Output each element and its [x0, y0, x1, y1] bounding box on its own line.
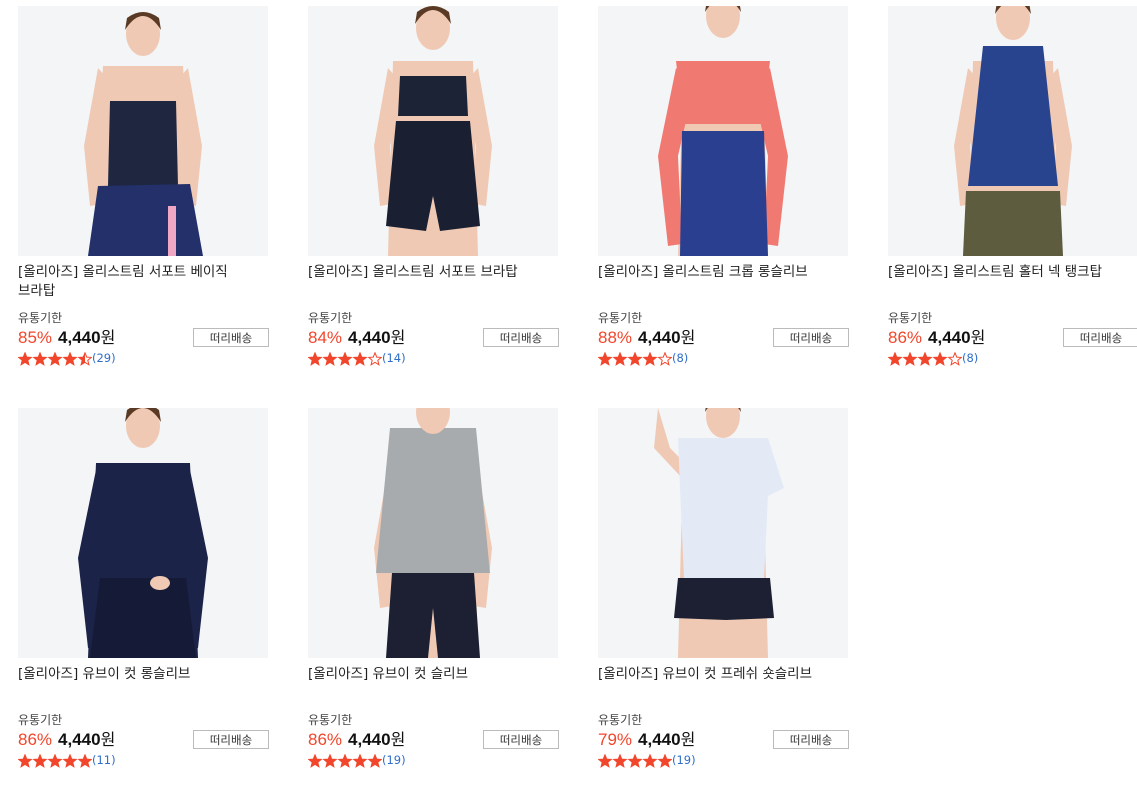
- shipping-button[interactable]: 떠리배송: [193, 328, 269, 347]
- product-card[interactable]: [올리아즈] 올리스트림 서포트 베이직 브라탑 유통기한 85% 4,440원 …: [18, 6, 269, 367]
- star-rating-icon: [308, 753, 382, 768]
- product-image[interactable]: [888, 6, 1137, 256]
- product-title[interactable]: [올리아즈] 유브이 컷 슬리브: [308, 665, 558, 705]
- product-title[interactable]: [올리아즈] 올리스트림 서포트 베이직 브라탑: [18, 263, 268, 303]
- price-value: 4,440: [348, 730, 391, 749]
- star-rating-icon: [18, 753, 92, 768]
- discount-rate: 88%: [598, 328, 633, 347]
- price-row: 86% 4,440원 떠리배송: [308, 729, 559, 752]
- product-title[interactable]: [올리아즈] 올리스트림 서포트 브라탑: [308, 263, 558, 303]
- product-card[interactable]: [올리아즈] 유브이 컷 롱슬리브 유통기한 86% 4,440원 떠리배송 (1…: [18, 408, 269, 769]
- model-photo-icon: [888, 6, 1137, 256]
- review-count[interactable]: (29): [92, 351, 116, 365]
- review-count[interactable]: (19): [672, 753, 696, 767]
- product-card[interactable]: [올리아즈] 올리스트림 서포트 브라탑 유통기한 84% 4,440원 떠리배송…: [308, 6, 559, 367]
- price-value: 4,440: [638, 730, 681, 749]
- sale-price: 4,440원: [348, 327, 405, 350]
- product-image[interactable]: [308, 6, 558, 256]
- expiry-label: 유통기한: [308, 713, 353, 727]
- star-rating-icon: [308, 351, 382, 366]
- price-row: 84% 4,440원 떠리배송: [308, 327, 559, 350]
- price-value: 4,440: [58, 730, 101, 749]
- price-row: 86% 4,440원 떠리배송: [888, 327, 1137, 349]
- rating: (8): [888, 350, 1137, 367]
- expiry-label: 유통기한: [888, 311, 933, 325]
- discount-rate: 84%: [308, 328, 343, 347]
- discount-rate: 86%: [308, 730, 343, 749]
- sale-price: 4,440원: [58, 327, 115, 350]
- model-photo-icon: [18, 6, 268, 256]
- sale-price: 4,440원: [58, 729, 115, 752]
- currency-unit: 원: [100, 732, 116, 749]
- model-photo-icon: [18, 408, 268, 658]
- expiry-label: 유통기한: [598, 311, 643, 325]
- discount-rate: 86%: [888, 328, 923, 347]
- currency-unit: 원: [970, 330, 986, 347]
- star-rating-icon: [598, 753, 672, 768]
- currency-unit: 원: [390, 732, 406, 749]
- discount-rate: 86%: [18, 730, 53, 749]
- model-photo-icon: [598, 6, 848, 256]
- price-row: 79% 4,440원 떠리배송: [598, 729, 849, 752]
- shipping-button[interactable]: 떠리배송: [773, 328, 849, 347]
- shipping-button[interactable]: 떠리배송: [773, 730, 849, 749]
- currency-unit: 원: [680, 732, 696, 749]
- sale-price: 4,440원: [638, 327, 695, 350]
- model-photo-icon: [308, 6, 558, 256]
- product-image[interactable]: [598, 6, 848, 256]
- price-value: 4,440: [348, 328, 391, 347]
- review-count[interactable]: (14): [382, 351, 406, 365]
- currency-unit: 원: [680, 330, 696, 347]
- review-count[interactable]: (11): [92, 753, 116, 767]
- product-grid: [올리아즈] 올리스트림 서포트 베이직 브라탑 유통기한 85% 4,440원 …: [0, 0, 1137, 793]
- rating: (8): [598, 350, 848, 367]
- shipping-button[interactable]: 떠리배송: [483, 328, 559, 347]
- discount-rate: 85%: [18, 328, 53, 347]
- price-value: 4,440: [58, 328, 101, 347]
- review-count[interactable]: (19): [382, 753, 406, 767]
- product-title[interactable]: [올리아즈] 올리스트림 홀터 넥 탱크탑: [888, 263, 1137, 303]
- price-row: 85% 4,440원 떠리배송: [18, 327, 269, 350]
- shipping-button[interactable]: 떠리배송: [483, 730, 559, 749]
- sale-price: 4,440원: [638, 729, 695, 752]
- shipping-button[interactable]: 떠리배송: [1063, 328, 1137, 347]
- sale-price: 4,440원: [928, 327, 985, 350]
- star-rating-icon: [18, 351, 92, 366]
- product-card[interactable]: [올리아즈] 유브이 컷 슬리브 유통기한 86% 4,440원 떠리배송 (19…: [308, 408, 559, 769]
- product-card[interactable]: [올리아즈] 올리스트림 크롭 롱슬리브 유통기한 88% 4,440원 떠리배송…: [598, 6, 849, 367]
- discount-rate: 79%: [598, 730, 633, 749]
- model-photo-icon: [598, 408, 848, 658]
- rating: (14): [308, 350, 558, 367]
- rating: (19): [308, 752, 558, 769]
- product-image[interactable]: [598, 408, 848, 658]
- model-photo-icon: [308, 408, 558, 658]
- currency-unit: 원: [390, 330, 406, 347]
- price-value: 4,440: [638, 328, 681, 347]
- product-image[interactable]: [18, 6, 268, 256]
- product-card[interactable]: [올리아즈] 유브이 컷 프레쉬 숏슬리브 유통기한 79% 4,440원 떠리배…: [598, 408, 849, 769]
- rating: (19): [598, 752, 848, 769]
- product-image[interactable]: [308, 408, 558, 658]
- shipping-button[interactable]: 떠리배송: [193, 730, 269, 749]
- sale-price: 4,440원: [348, 729, 405, 752]
- rating: (11): [18, 752, 268, 769]
- expiry-label: 유통기한: [18, 713, 63, 727]
- price-row: 88% 4,440원 떠리배송: [598, 327, 849, 350]
- rating: (29): [18, 350, 268, 367]
- product-image[interactable]: [18, 408, 268, 658]
- expiry-label: 유통기한: [308, 311, 353, 325]
- review-count[interactable]: (8): [962, 351, 978, 365]
- price-row: 86% 4,440원 떠리배송: [18, 729, 269, 752]
- product-title[interactable]: [올리아즈] 유브이 컷 롱슬리브: [18, 665, 268, 705]
- expiry-label: 유통기한: [598, 713, 643, 727]
- star-rating-icon: [888, 351, 962, 366]
- product-title[interactable]: [올리아즈] 올리스트림 크롭 롱슬리브: [598, 263, 848, 303]
- product-title[interactable]: [올리아즈] 유브이 컷 프레쉬 숏슬리브: [598, 665, 848, 705]
- review-count[interactable]: (8): [672, 351, 688, 365]
- currency-unit: 원: [100, 330, 116, 347]
- product-card[interactable]: [올리아즈] 올리스트림 홀터 넥 탱크탑 유통기한 86% 4,440원 떠리배…: [888, 6, 1137, 367]
- expiry-label: 유통기한: [18, 311, 63, 325]
- star-rating-icon: [598, 351, 672, 366]
- price-value: 4,440: [928, 328, 971, 347]
